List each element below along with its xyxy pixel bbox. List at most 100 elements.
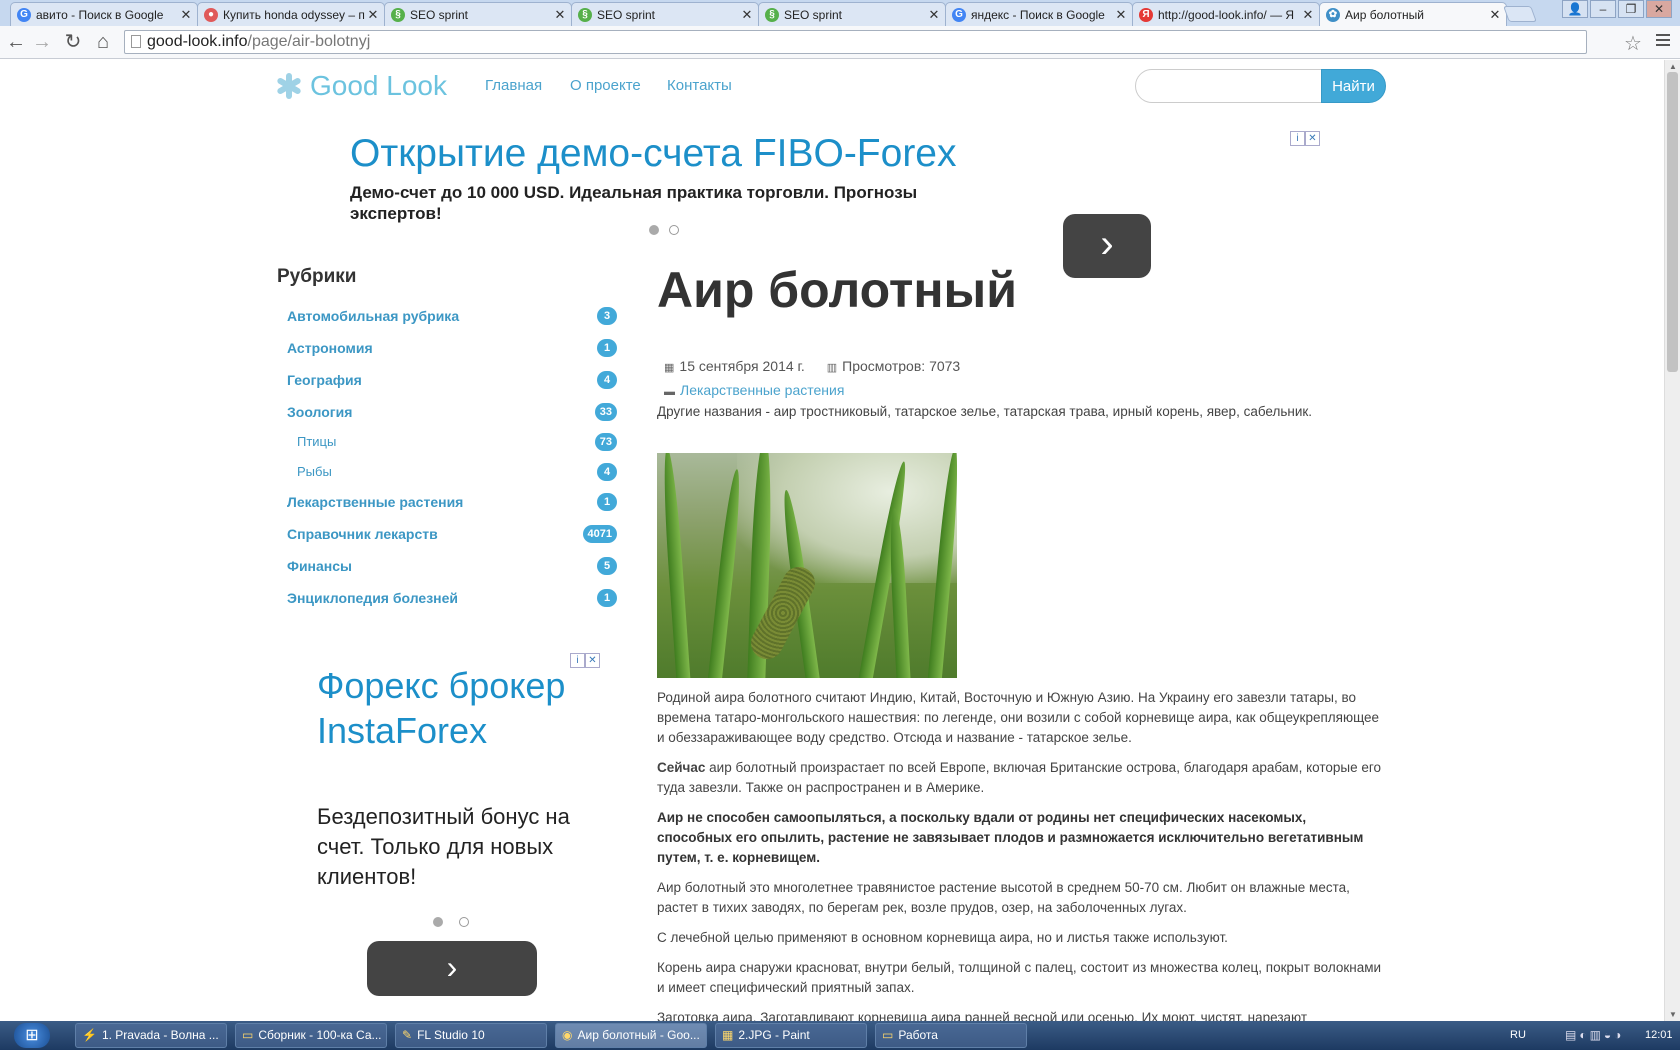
maximize-button[interactable]: ❐ [1618,0,1644,18]
category-count-badge: 73 [594,433,617,451]
clock[interactable]: 12:01 [1645,1029,1673,1041]
close-window-button[interactable]: ✕ [1646,0,1672,18]
page-icon [131,35,141,48]
sidebar-category-item[interactable]: Астрономия 1 [287,336,617,360]
taskbar-item[interactable]: ▭ Работа [875,1023,1027,1048]
article-paragraph-4: Аир болотный это многолетнее травянистое… [657,880,1350,915]
article-paragraph-3: Аир не способен самоопыляться, а посколь… [657,810,1364,865]
category-count-badge: 33 [594,403,617,421]
page-scrollbar[interactable]: ▲ ▼ [1664,60,1680,1021]
sidebar-category-item[interactable]: Автомобильная рубрика 3 [287,304,617,328]
category-count-badge: 1 [597,589,617,607]
google-icon: G [952,7,966,22]
menu-icon[interactable] [1656,34,1670,49]
sidebar-ad-dot-1[interactable] [433,917,443,927]
taskbar-item-label: 1. Pravada - Волна ... [101,1028,219,1042]
new-tab-button[interactable] [1503,6,1537,22]
chrome-icon: ◉ [562,1028,573,1042]
logo-flower-icon [274,71,304,101]
category-label[interactable]: География [287,372,362,388]
taskbar-item[interactable]: ⚡ 1. Pravada - Волна ... [75,1023,227,1048]
user-icon[interactable]: 👤 [1562,0,1588,18]
address-bar[interactable]: good-look.info/page/air-bolotnyj [124,30,1587,54]
category-label[interactable]: Энциклопедия болезней [287,590,458,606]
article-category-link[interactable]: Лекарственные растения [680,382,844,398]
taskbar-item[interactable]: ▭ Сборник - 100-ка Са... [235,1023,387,1048]
top-ad-choices[interactable]: i ✕ [1290,131,1320,146]
browser-tab[interactable]: § SEO sprint ✕ [758,2,946,26]
close-tab-icon[interactable]: ✕ [927,7,941,23]
top-ad-next-button[interactable]: › [1063,214,1151,278]
taskbar-item[interactable]: ✎ FL Studio 10 [395,1023,547,1048]
nav-contacts-link[interactable]: Контакты [667,77,732,94]
language-indicator[interactable]: RU [1510,1029,1526,1041]
home-icon[interactable]: ⌂ [92,31,114,53]
tab-title: Купить honda odyssey – п [223,7,365,22]
search-input[interactable] [1135,69,1323,103]
close-tab-icon[interactable]: ✕ [1488,7,1502,23]
browser-tab[interactable]: Gяндекс - Поиск в Google ✕ [945,2,1133,26]
top-ad-banner[interactable]: Открытие демо-счета FIBO-Forex Демо-счет… [350,132,1322,278]
back-arrow-icon[interactable]: ← [5,31,27,53]
forward-arrow-icon[interactable]: → [31,31,53,53]
scroll-up-icon[interactable]: ▲ [1669,62,1677,71]
browser-tab[interactable]: ● Купить honda odyssey – п ✕ [197,2,385,26]
site-logo[interactable]: Good Look [274,70,447,102]
reload-icon[interactable]: ↻ [62,31,84,53]
sidebar-category-item[interactable]: Энциклопедия болезней 1 [287,586,617,610]
close-tab-icon[interactable]: ✕ [740,7,754,23]
article-paragraph-1: Родиной аира болотного считают Индию, Ки… [657,690,1380,745]
browser-tab[interactable]: ✿ Аир болотный ✕ [1319,2,1507,26]
sidebar-ad-next-button[interactable]: › [367,941,537,996]
ad-close-icon[interactable]: ✕ [1305,131,1320,146]
top-ad-dot-1[interactable] [649,225,659,235]
folder-icon: ▭ [882,1028,894,1042]
article-date: 15 сентября 2014 г. [679,358,805,374]
browser-tab[interactable]: Яhttp://good-look.info/ — Я ✕ [1132,2,1320,26]
scroll-down-icon[interactable]: ▼ [1669,1010,1677,1019]
category-label[interactable]: Финансы [287,558,352,574]
sidebar-category-item[interactable]: Справочник лекарств 4071 [287,522,617,546]
minimize-button[interactable]: – [1590,0,1616,18]
scrollbar-thumb[interactable] [1667,72,1678,372]
avito-icon: ● [204,7,218,22]
taskbar-item[interactable]: ◉ Аир болотный - Goo... [555,1023,707,1048]
taskbar-item-label: Аир болотный - Goo... [577,1028,700,1042]
taskbar-item[interactable]: ▦ 2.JPG - Paint [715,1023,867,1048]
sidebar-category-item[interactable]: Лекарственные растения 1 [287,490,617,514]
bookmark-star-icon[interactable]: ☆ [1624,31,1642,56]
category-label[interactable]: Автомобильная рубрика [287,308,459,324]
sidebar-ad-title[interactable]: Форекс брокер InstaForex [317,663,597,753]
category-label[interactable]: Справочник лекарств [287,526,438,542]
window-controls: 👤 – ❐ ✕ [1560,0,1672,18]
seosprint-icon: § [578,7,592,22]
close-tab-icon[interactable]: ✕ [1301,7,1315,23]
nav-about-link[interactable]: О проекте [570,77,641,94]
search-button[interactable]: Найти [1321,69,1386,103]
browser-tab[interactable]: Gавито - Поиск в Google ✕ [10,2,198,26]
category-label[interactable]: Зоология [287,404,352,420]
browser-tab[interactable]: § SEO sprint ✕ [384,2,572,26]
category-count-badge: 1 [597,339,617,357]
sidebar-category-item[interactable]: География 4 [287,368,617,392]
sidebar-category-item[interactable]: Птицы 73 [297,430,617,454]
close-tab-icon[interactable]: ✕ [553,7,567,23]
sidebar-category-item[interactable]: Финансы 5 [287,554,617,578]
start-button[interactable]: ⊞ [14,1023,50,1048]
category-label[interactable]: Лекарственные растения [287,494,463,510]
close-tab-icon[interactable]: ✕ [1114,7,1128,23]
browser-tab[interactable]: § SEO sprint ✕ [571,2,759,26]
sidebar-category-item[interactable]: Рыбы 4 [297,460,617,484]
adchoices-info-icon[interactable]: i [1290,131,1305,146]
seosprint-icon: § [765,7,779,22]
sidebar-ad-dot-2[interactable] [459,917,469,927]
top-ad-title[interactable]: Открытие демо-счета FIBO-Forex [350,132,957,176]
sidebar-category-item[interactable]: Зоология 33 [287,400,617,424]
top-ad-dot-2[interactable] [669,225,679,235]
category-label[interactable]: Птицы [297,434,336,449]
category-label[interactable]: Астрономия [287,340,373,356]
close-tab-icon[interactable]: ✕ [179,7,193,23]
close-tab-icon[interactable]: ✕ [366,7,380,23]
category-label[interactable]: Рыбы [297,464,332,479]
nav-home-link[interactable]: Главная [485,77,542,94]
